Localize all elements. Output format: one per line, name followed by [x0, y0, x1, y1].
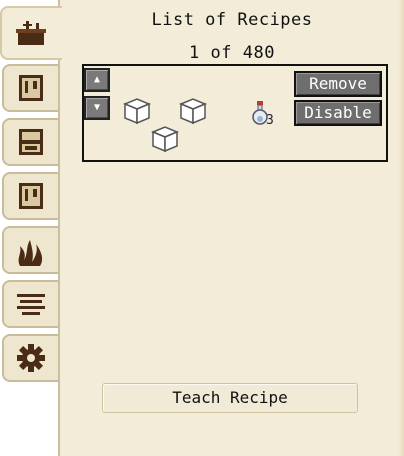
ingredient-slot-3[interactable]	[150, 124, 180, 154]
tab-book-2[interactable]	[2, 172, 58, 220]
page-title: List of Recipes	[151, 10, 313, 30]
ingredient-slot-1[interactable]	[122, 96, 152, 126]
tab-settings[interactable]	[2, 334, 58, 382]
tab-fire[interactable]	[2, 226, 58, 274]
disable-button[interactable]: Disable	[294, 100, 382, 126]
book-icon	[19, 75, 43, 101]
gear-icon	[17, 344, 45, 372]
cube-icon	[179, 98, 207, 125]
move-up-button[interactable]: ▲	[84, 68, 110, 92]
move-down-button[interactable]: ▼	[84, 96, 110, 120]
page-counter: 1 of 480	[189, 43, 275, 63]
ingredient-slot-2[interactable]	[178, 96, 208, 126]
cake-icon	[16, 21, 46, 45]
tab-furnace[interactable]	[2, 118, 58, 166]
wind-icon	[17, 294, 45, 315]
teach-recipe-button[interactable]: Teach Recipe	[102, 383, 358, 413]
furnace-icon	[19, 129, 43, 155]
remove-button[interactable]: Remove	[294, 71, 382, 97]
tab-wind[interactable]	[2, 280, 58, 328]
recipe-panel: List of Recipes 1 of 480 ▲ ▼ 3 Remove Di…	[58, 0, 404, 456]
book-icon	[19, 183, 43, 209]
cube-icon	[123, 98, 151, 125]
output-count: 3	[266, 113, 274, 128]
tab-book-1[interactable]	[2, 64, 58, 112]
recipe-entry: ▲ ▼ 3 Remove Disable	[82, 64, 388, 162]
tab-cake[interactable]	[0, 6, 62, 60]
fire-icon	[18, 240, 43, 266]
output-slot[interactable]: 3	[248, 100, 278, 130]
cube-icon	[151, 126, 179, 153]
